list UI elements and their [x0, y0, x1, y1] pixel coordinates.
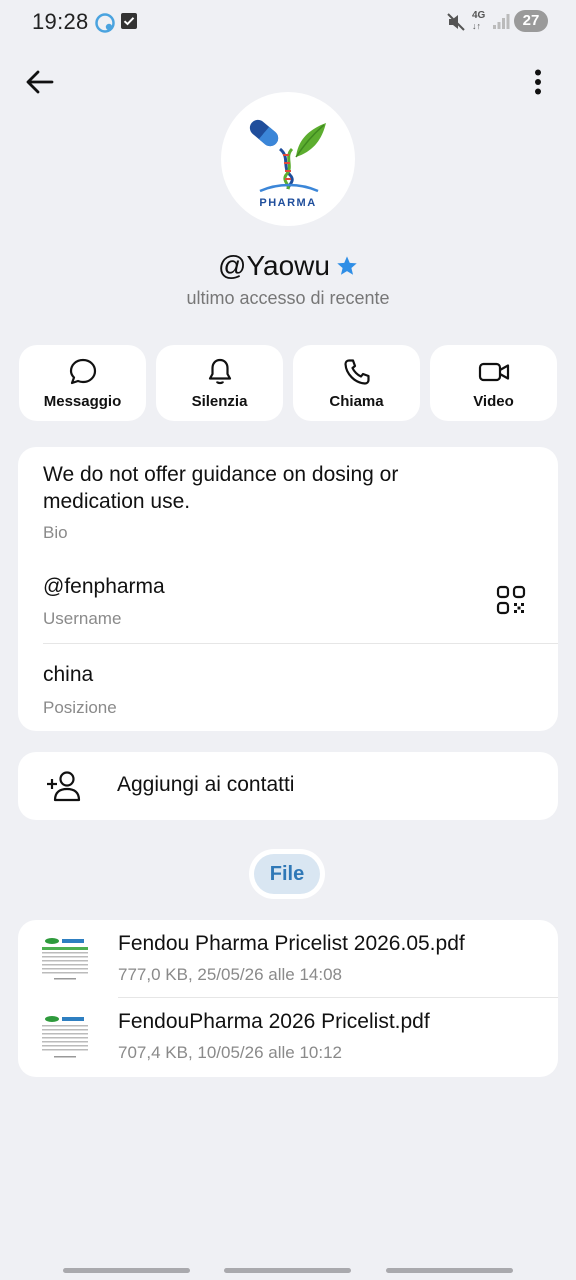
star-icon[interactable] — [336, 252, 358, 284]
location-label: Posizione — [43, 698, 117, 717]
pdf-thumbnail-icon — [40, 936, 90, 986]
file-item[interactable]: FendouPharma 2026 Pricelist.pdf 707,4 KB… — [18, 998, 558, 1076]
avatar[interactable]: PHARMA — [221, 92, 355, 226]
mute-button-label: Silenzia — [191, 392, 248, 410]
more-options-button[interactable] — [518, 62, 558, 102]
checkbox-notification-icon — [121, 13, 137, 34]
video-button[interactable]: Video — [430, 345, 557, 421]
bell-icon — [208, 358, 231, 384]
add-contact-label: Aggiungi ai contatti — [117, 773, 295, 796]
message-button-label: Messaggio — [43, 392, 122, 410]
video-button-label: Video — [473, 392, 514, 410]
divider — [43, 643, 558, 644]
last-seen-status: ultimo accesso di recente — [186, 288, 390, 308]
add-contact-button[interactable]: Aggiungi ai contatti — [18, 752, 558, 820]
file-meta: 777,0 KB, 25/05/26 alle 14:08 — [118, 965, 343, 984]
nav-hint-center — [224, 1268, 351, 1273]
file-item[interactable]: Fendou Pharma Pricelist 2026.05.pdf 777,… — [18, 920, 558, 998]
username-label: Username — [43, 609, 122, 628]
status-time: 19:28 — [32, 9, 89, 34]
tab-file[interactable]: File — [254, 854, 320, 894]
bio-label: Bio — [43, 523, 68, 542]
add-user-icon — [47, 771, 81, 802]
pharma-logo: PHARMA — [249, 119, 326, 209]
battery-indicator: 27 — [514, 10, 548, 32]
video-icon — [478, 362, 509, 381]
action-bar: Messaggio Silenzia Chiama Video — [19, 345, 557, 421]
file-name: Fendou Pharma Pricelist 2026.05.pdf — [118, 932, 465, 955]
info-card: We do not offer guidance on dosing or me… — [18, 447, 558, 731]
username-value[interactable]: @fenpharma — [43, 575, 165, 599]
location-value[interactable]: china — [43, 663, 93, 687]
back-button[interactable] — [20, 62, 60, 102]
call-button[interactable]: Chiama — [293, 345, 420, 421]
nav-hint-right — [386, 1268, 513, 1273]
status-bar: 19:28 4G ↓↑ 27 — [0, 0, 576, 44]
file-name: FendouPharma 2026 Pricelist.pdf — [118, 1010, 430, 1033]
network-type: 4G ↓↑ — [472, 10, 486, 32]
qr-code-icon — [496, 585, 526, 615]
profile-name: @Yaowu — [218, 250, 330, 281]
mute-button[interactable]: Silenzia — [156, 345, 283, 421]
nav-hint-left — [63, 1268, 190, 1273]
profile-name-row: @Yaowu — [0, 250, 576, 284]
files-list: Fendou Pharma Pricelist 2026.05.pdf 777,… — [18, 920, 558, 1077]
mute-icon — [446, 12, 466, 37]
avatar-text: PHARMA — [259, 197, 316, 209]
file-meta: 707,4 KB, 10/05/26 alle 10:12 — [118, 1043, 343, 1062]
bio-text: We do not offer guidance on dosing or me… — [43, 463, 399, 513]
message-icon — [69, 358, 96, 384]
sync-icon — [94, 12, 116, 39]
arrow-left-icon — [26, 70, 54, 94]
message-button[interactable]: Messaggio — [19, 345, 146, 421]
signal-icon — [492, 12, 510, 35]
call-button-label: Chiama — [329, 392, 384, 410]
more-vertical-icon — [535, 69, 541, 95]
qr-code-button[interactable] — [496, 585, 528, 617]
media-tabs: File — [249, 849, 325, 899]
phone-icon — [343, 358, 370, 385]
network-type-label: 4G — [472, 10, 486, 21]
pdf-thumbnail-icon — [40, 1014, 90, 1064]
